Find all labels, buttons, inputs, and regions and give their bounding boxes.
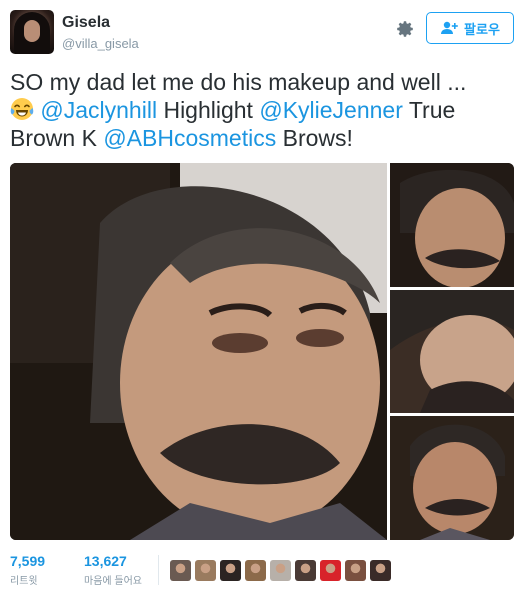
user-name[interactable]: Gisela <box>62 14 110 32</box>
like-stat[interactable]: 13,627 마음에 들어요 <box>84 553 142 587</box>
tweet-photo-main[interactable] <box>10 163 387 540</box>
retweet-count: 7,599 <box>10 553 46 569</box>
liker-avatar[interactable] <box>270 560 291 581</box>
like-label: 마음에 들어요 <box>84 576 142 587</box>
liker-avatar[interactable] <box>320 560 341 581</box>
tweet-photo-3[interactable] <box>390 290 514 413</box>
user-avatar[interactable] <box>10 10 54 54</box>
retweet-stat[interactable]: 7,599 리트윗 <box>10 553 45 587</box>
liker-avatar[interactable] <box>245 560 266 581</box>
liker-avatar[interactable] <box>170 560 191 581</box>
face-with-tears-of-joy-icon <box>10 97 34 121</box>
tweet-text-line1: SO my dad let me do his makeup and well … <box>10 69 467 95</box>
user-handle[interactable]: @villa_gisela <box>62 36 139 51</box>
liker-avatar[interactable] <box>195 560 216 581</box>
tweet-photo-4[interactable] <box>390 416 514 540</box>
follow-button[interactable]: 팔로우 <box>426 12 514 44</box>
tweet-stats: 7,599 리트윗 13,627 마음에 들어요 <box>10 553 514 587</box>
add-user-icon <box>441 21 458 34</box>
tweet-media-grid <box>10 163 514 540</box>
like-count: 13,627 <box>84 553 127 569</box>
mention-link[interactable]: @Jaclynhill <box>40 97 157 123</box>
gear-icon[interactable] <box>394 18 416 40</box>
tweet-text: SO my dad let me do his makeup and well … <box>10 68 514 152</box>
liker-avatar[interactable] <box>295 560 316 581</box>
tweet-header: Gisela @villa_gisela 팔로우 <box>10 10 514 56</box>
tweet-text-segment: Highlight <box>157 97 260 123</box>
retweet-label: 리트윗 <box>10 576 38 587</box>
follow-button-label: 팔로우 <box>464 21 500 37</box>
liker-avatar[interactable] <box>220 560 241 581</box>
stats-divider <box>158 555 159 585</box>
liker-avatar[interactable] <box>370 560 391 581</box>
liker-avatars <box>170 560 391 582</box>
mention-link[interactable]: @ABHcosmetics <box>103 125 276 151</box>
mention-link[interactable]: @KylieJenner <box>259 97 403 123</box>
tweet-photo-2[interactable] <box>390 163 514 287</box>
liker-avatar[interactable] <box>345 560 366 581</box>
tweet-text-segment: Brows! <box>276 125 353 151</box>
